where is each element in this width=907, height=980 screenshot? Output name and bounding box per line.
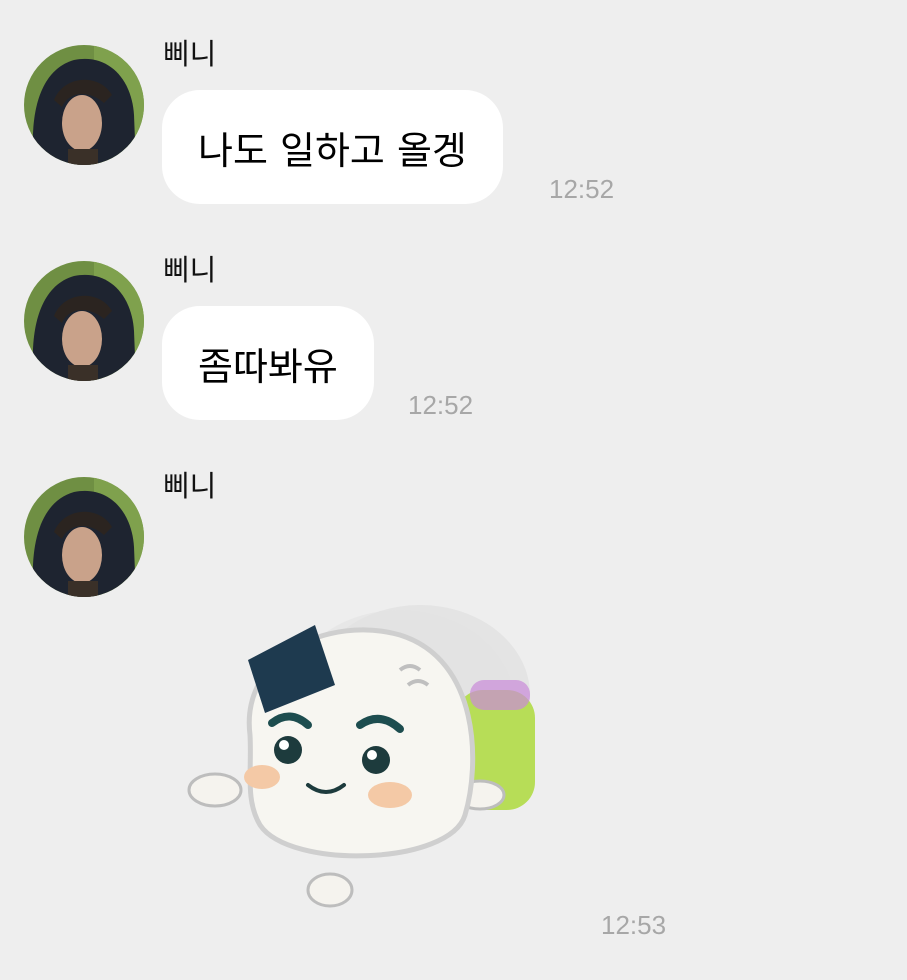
sender-avatar[interactable] xyxy=(24,477,144,597)
message-timestamp: 12:52 xyxy=(549,174,615,204)
message-bubble[interactable]: 나도 일하고 올겡 xyxy=(162,90,503,204)
sender-name: 삐니 xyxy=(163,37,217,71)
onigiri-sticker[interactable] xyxy=(180,595,550,915)
message-bubble[interactable]: 좀따봐유 xyxy=(162,306,374,420)
message-timestamp: 12:52 xyxy=(408,390,474,420)
message-text: 나도 일하고 올겡 xyxy=(198,128,467,173)
message-timestamp: 12:53 xyxy=(601,910,667,940)
message-text: 좀따봐유 xyxy=(198,344,338,389)
sender-avatar[interactable] xyxy=(24,45,144,165)
sender-name: 삐니 xyxy=(163,469,217,503)
sender-avatar[interactable] xyxy=(24,261,144,381)
sender-name: 삐니 xyxy=(163,253,217,287)
